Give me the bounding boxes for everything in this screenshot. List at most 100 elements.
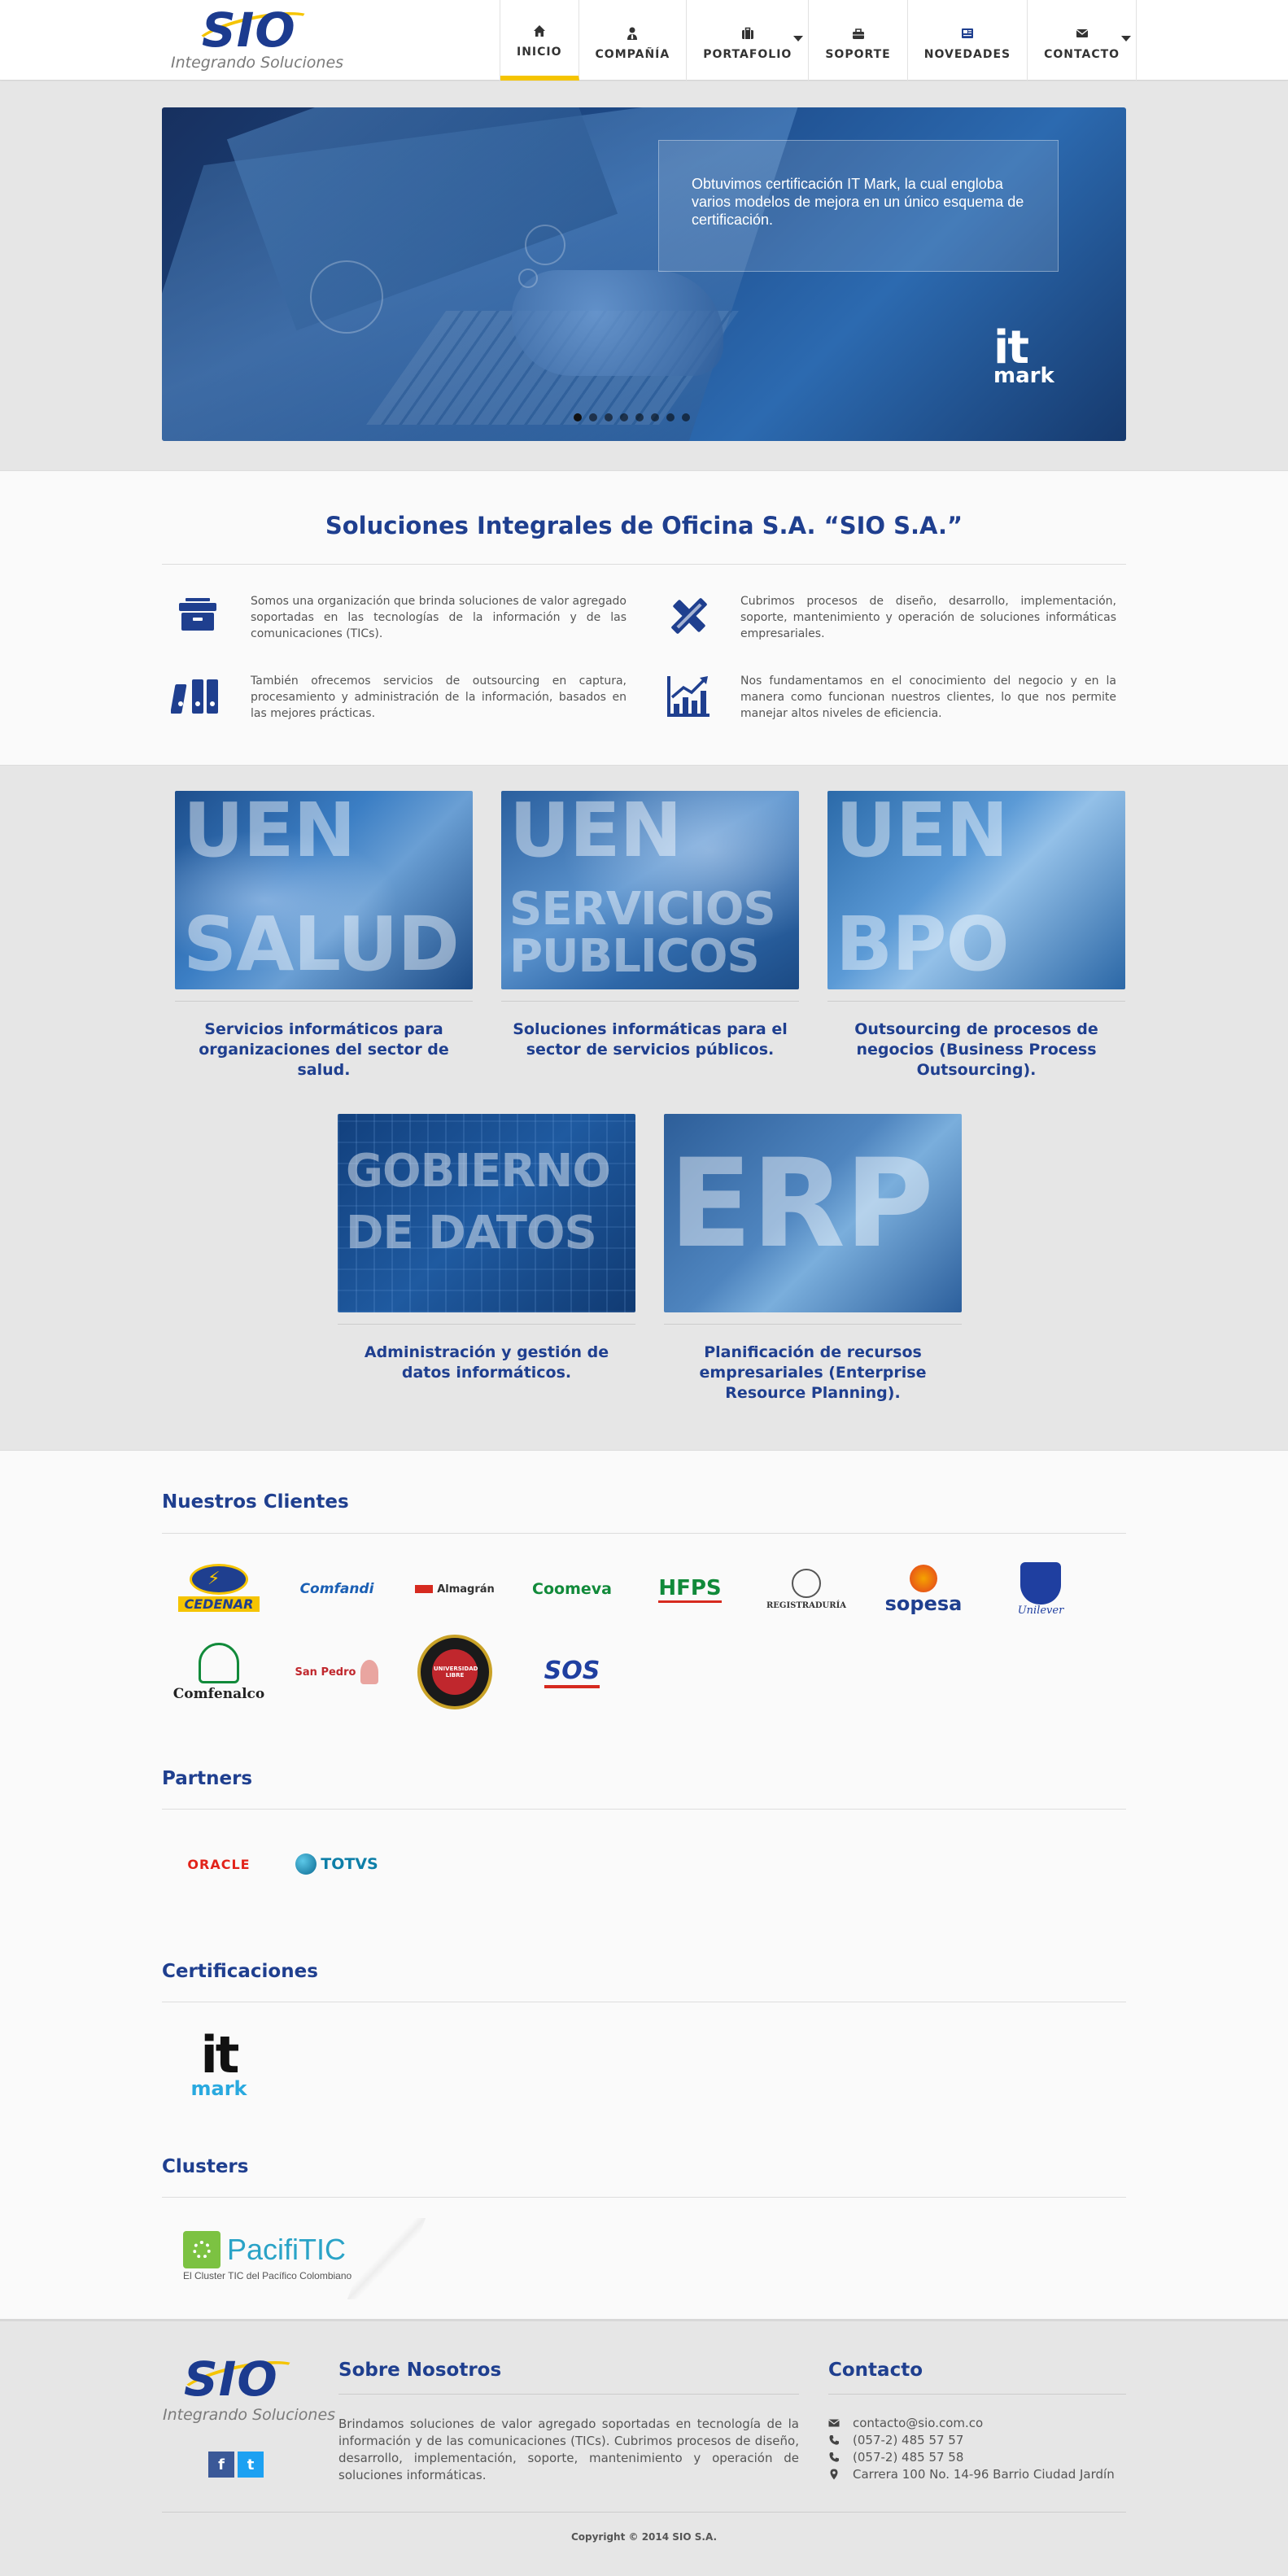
logo-mark: SIO xyxy=(184,2351,278,2407)
client-logo-sos[interactable]: SOS xyxy=(524,1631,620,1713)
nav-item-inicio[interactable]: INICIO xyxy=(500,0,579,81)
slider-dot[interactable] xyxy=(574,413,582,421)
contact-title: Contacto xyxy=(828,2360,923,2381)
client-name: CEDENAR xyxy=(178,1596,260,1612)
partner-logo-oracle[interactable]: ORACLE xyxy=(171,1832,267,1897)
slider-dot[interactable] xyxy=(682,413,690,421)
itmark-bottom: mark xyxy=(993,364,1054,388)
cert-logo-itmark[interactable]: it mark xyxy=(171,2017,267,2113)
unit-image: UEN SALUD xyxy=(175,791,473,989)
client-name: SOS xyxy=(544,1657,600,1688)
twitter-button[interactable]: t xyxy=(238,2452,264,2478)
unit-card-servicios-publicos[interactable]: UEN SERVICIOS PUBLICOS Soluciones inform… xyxy=(501,791,799,1060)
growth-chart-icon xyxy=(667,676,709,717)
lightning-icon: ⚡ xyxy=(207,1569,220,1589)
divider xyxy=(175,1001,473,1002)
unit-image: UEN SERVICIOS PUBLICOS xyxy=(501,791,799,989)
intro-section: Soluciones Integrales de Oficina S.A. “S… xyxy=(0,470,1288,766)
main-nav: INICIO COMPAÑÍA PORTAFOLIO SOPORTE NOVED… xyxy=(500,0,1137,81)
phone-icon xyxy=(829,2452,839,2462)
client-logo-sopesa[interactable]: sopesa xyxy=(875,1557,971,1622)
cluster-logo-pacifitic[interactable]: PacifiTIC El Cluster TIC del Pacífico Co… xyxy=(183,2211,452,2301)
clients-title: Nuestros Clientes xyxy=(162,1491,349,1513)
email-text: contacto@sio.com.co xyxy=(853,2416,984,2430)
envelope-icon xyxy=(1076,28,1088,37)
map-marker-icon xyxy=(830,2469,838,2480)
footer-logo[interactable]: SIO Integrando Soluciones xyxy=(163,2351,335,2424)
nav-label: PORTAFOLIO xyxy=(703,47,792,61)
feature-item: Cubrimos procesos de diseño, desarrollo,… xyxy=(661,593,1116,642)
client-logo-almagran[interactable]: Almagrán xyxy=(407,1557,503,1622)
hero-slider[interactable]: Obtuvimos certificación IT Mark, la cual… xyxy=(162,107,1126,441)
contact-email[interactable]: contacto@sio.com.co xyxy=(828,2416,983,2430)
client-logo-coomeva[interactable]: Coomeva xyxy=(524,1557,620,1622)
client-logo-registraduria[interactable]: REGISTRADURÍA xyxy=(758,1557,854,1622)
client-logo-cedenar[interactable]: ⚡ CEDENAR xyxy=(171,1557,267,1622)
nav-label: COMPAÑÍA xyxy=(595,47,670,61)
archive-box-icon xyxy=(179,598,216,631)
slider-dot[interactable] xyxy=(635,413,644,421)
nav-item-portafolio[interactable]: PORTAFOLIO xyxy=(687,0,810,81)
feature-item: Somos una organización que brinda soluci… xyxy=(171,593,627,642)
user-tie-icon xyxy=(627,27,638,40)
unit-word: SERVICIOS xyxy=(509,883,776,936)
slider-dot[interactable] xyxy=(589,413,597,421)
site-footer: SIO Integrando Soluciones f t Sobre Noso… xyxy=(0,2319,1288,2576)
client-name: Almagrán xyxy=(437,1583,495,1596)
unit-card-bpo[interactable]: UEN BPO Outsourcing de procesos de negoc… xyxy=(827,791,1125,1081)
unit-card-erp[interactable]: ERP Planificación de recursos empresaria… xyxy=(664,1114,962,1404)
decor-circle xyxy=(525,225,565,265)
divider xyxy=(162,1533,1126,1534)
facebook-button[interactable]: f xyxy=(208,2452,234,2478)
phone-icon xyxy=(829,2435,839,2445)
unit-word: SALUD xyxy=(183,901,460,988)
cluster-name: PacifiTIC xyxy=(227,2233,347,2266)
decor-circle xyxy=(518,269,538,288)
nav-item-compania[interactable]: COMPAÑÍA xyxy=(579,0,688,81)
divider xyxy=(827,1001,1125,1002)
logo-mark: SIO xyxy=(202,2,296,58)
unit-card-gobierno-de-datos[interactable]: GOBIERNO DE DATOS Administración y gesti… xyxy=(338,1114,635,1383)
client-logo-san-pedro[interactable]: San Pedro xyxy=(289,1631,385,1713)
slide-caption: Obtuvimos certificación IT Mark, la cual… xyxy=(658,140,1059,272)
about-text: Brindamos soluciones de valor agregado s… xyxy=(338,2417,799,2482)
divider xyxy=(162,564,1126,565)
phone-text: (057-2) 485 57 58 xyxy=(853,2450,964,2465)
client-logo-universidad-libre[interactable]: UNIVERSIDAD LIBRE xyxy=(407,1631,503,1713)
partner-logo-totvs[interactable]: TOTVS xyxy=(289,1832,385,1897)
unit-description: Outsourcing de procesos de negocios (Bus… xyxy=(854,1020,1098,1079)
contact-phone-2[interactable]: (057-2) 485 57 58 xyxy=(828,2450,963,2465)
san-pedro-mark xyxy=(360,1660,379,1684)
nav-item-contacto[interactable]: CONTACTO xyxy=(1028,0,1137,81)
divider xyxy=(501,1001,799,1002)
unit-word: UEN xyxy=(183,791,356,874)
contact-phone-1[interactable]: (057-2) 485 57 57 xyxy=(828,2433,963,2447)
unilever-mark xyxy=(1020,1561,1061,1605)
site-header: SIO Integrando Soluciones INICIO COMPAÑÍ… xyxy=(0,0,1288,81)
globe-icon xyxy=(295,1853,317,1875)
address-text: Carrera 100 No. 14-96 Barrio Ciudad Jard… xyxy=(853,2467,1115,2482)
slider-dot[interactable] xyxy=(620,413,628,421)
site-logo[interactable]: SIO Integrando Soluciones xyxy=(169,2,343,75)
slider-dot[interactable] xyxy=(666,413,675,421)
binders-icon xyxy=(171,679,218,714)
toolbox-icon xyxy=(852,28,864,39)
nav-label: SOPORTE xyxy=(825,47,891,61)
unit-word: ERP xyxy=(669,1133,934,1275)
intro-title: Soluciones Integrales de Oficina S.A. “S… xyxy=(325,512,963,539)
unit-word: UEN xyxy=(836,791,1009,874)
client-logo-comfenalco[interactable]: Comfenalco xyxy=(171,1631,267,1713)
unit-word: PUBLICOS xyxy=(509,930,760,983)
unit-description: Planificación de recursos empresariales … xyxy=(699,1343,927,1402)
nav-item-soporte[interactable]: SOPORTE xyxy=(809,0,908,81)
slider-dot[interactable] xyxy=(605,413,613,421)
divider xyxy=(338,2394,799,2395)
chevron-down-icon xyxy=(793,36,804,41)
chevron-down-icon xyxy=(1121,36,1132,41)
client-logo-hfps[interactable]: HFPS xyxy=(642,1557,738,1622)
slider-dot[interactable] xyxy=(651,413,659,421)
client-logo-comfandi[interactable]: Comfandi xyxy=(289,1557,385,1622)
unit-card-salud[interactable]: UEN SALUD Servicios informáticos para or… xyxy=(175,791,473,1081)
client-logo-unilever[interactable]: Unilever xyxy=(993,1557,1089,1622)
nav-item-novedades[interactable]: NOVEDADES xyxy=(908,0,1028,81)
